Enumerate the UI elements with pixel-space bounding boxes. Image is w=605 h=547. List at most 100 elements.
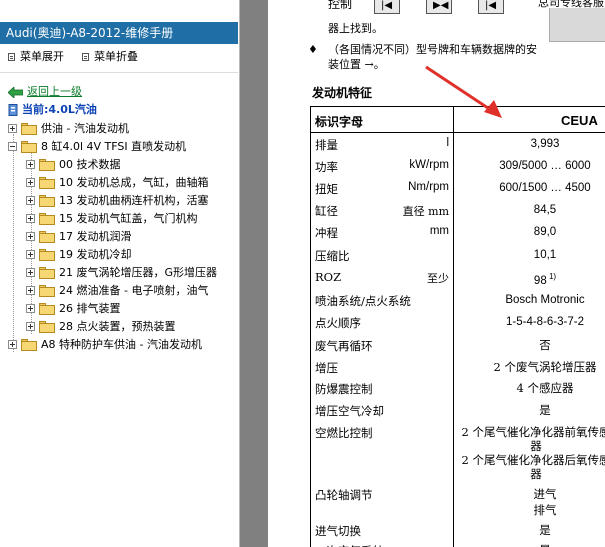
tree-item-label: 13 发动机曲柄连杆机构，活塞 <box>59 194 209 207</box>
spec-name: 空燃比控制 <box>315 426 373 440</box>
tree-item-label: A8 特种防护车供油 - 汽油发动机 <box>41 338 202 351</box>
folder-icon <box>39 159 55 171</box>
spec-name: 扭矩 <box>315 182 338 196</box>
folder-icon <box>39 267 55 279</box>
spec-value: 3,993 <box>530 138 560 150</box>
spec-value: 是 <box>539 523 551 537</box>
expand-toggle-icon[interactable] <box>26 268 35 277</box>
spec-value: 否 <box>539 338 551 352</box>
spec-value: 4 个感应器 <box>516 381 574 395</box>
expand-toggle-icon[interactable] <box>26 214 35 223</box>
spec-value: 309/5000 … 6000 <box>499 160 591 172</box>
spec-unit: l <box>446 137 449 149</box>
spec-value: 98 <box>533 274 547 287</box>
expand-toggle-icon[interactable] <box>8 340 17 349</box>
spec-name: 喷油系统/点火系统 <box>315 294 411 308</box>
spec-value: 排气 <box>533 503 557 517</box>
expand-toggle-icon[interactable] <box>8 124 17 133</box>
spec-value: 89,0 <box>533 226 557 238</box>
folder-open-icon <box>21 141 37 153</box>
spec-name: 缸径 <box>315 204 338 218</box>
spec-unit: 至少 <box>427 272 449 285</box>
expand-toggle-icon[interactable] <box>26 178 35 187</box>
current-location-label: 当前:4.0L汽油 <box>22 103 97 116</box>
expand-toggle-icon[interactable] <box>26 160 35 169</box>
table-header: 标识字母 CEUA <box>311 107 605 133</box>
folder-icon <box>39 303 55 315</box>
spec-value-cell: 98 1) <box>454 270 605 288</box>
spec-name: 进气切换 <box>315 524 361 538</box>
spec-value: 10,1 <box>533 249 557 261</box>
document-gutter <box>240 0 268 547</box>
folder-icon <box>39 285 55 297</box>
tree-toolbar: 菜单展开 菜单折叠 <box>0 48 238 66</box>
folder-icon <box>39 249 55 261</box>
expand-toggle-icon[interactable] <box>26 286 35 295</box>
spec-name: 防爆震控制 <box>315 382 373 396</box>
expand-toggle-icon[interactable] <box>26 232 35 241</box>
folder-icon <box>21 123 37 135</box>
spec-name: 二次空气系统 <box>315 543 384 547</box>
expand-toggle-icon[interactable] <box>26 196 35 205</box>
location-icon <box>8 104 18 116</box>
header-engine-code: CEUA <box>561 113 598 128</box>
spec-value: 是 <box>539 403 551 417</box>
vehicle-photo <box>549 8 605 42</box>
expand-menu-label: 菜单展开 <box>20 50 64 63</box>
toolbar-divider <box>0 72 238 73</box>
spec-value: 是 <box>454 543 605 547</box>
control-label: 控制 <box>328 0 353 11</box>
expand-toggle-icon[interactable] <box>26 250 35 259</box>
document-page[interactable]: 控制 |◀ ▶◀ |◀ 总司专线客服 028-870382 器上找到。 ♦ （各… <box>268 0 605 547</box>
spec-name: 功率 <box>315 160 338 174</box>
footnote-marker: 1) <box>546 272 557 281</box>
spec-name: 压缩比 <box>315 249 350 263</box>
spec-name: 凸轮轴调节 <box>315 488 373 502</box>
collapse-menu-label: 菜单折叠 <box>94 50 138 63</box>
back-link[interactable]: 返回上一级 <box>8 84 82 100</box>
expand-toggle-icon[interactable] <box>26 304 35 313</box>
folder-icon <box>39 177 55 189</box>
expand-icon <box>8 53 15 61</box>
tree-item-label: 00 技术数据 <box>59 158 121 171</box>
spec-value: Bosch Motronic <box>505 294 585 306</box>
spec-name: ROZ <box>315 270 342 284</box>
collapse-menu-button[interactable]: 菜单折叠 <box>82 48 138 66</box>
tree-item-label: 24 燃油准备 - 电子喷射，油气 <box>59 284 209 297</box>
spec-unit: Nm/rpm <box>408 181 449 193</box>
manual-title: Audi(奥迪)-A8-2012-维修手册 <box>0 22 238 44</box>
doc-text-line: 器上找到。 <box>328 22 383 35</box>
folder-icon <box>39 213 55 225</box>
engine-spec-table: 标识字母 CEUA 排量 l 3,993 功率 kW/rpm 309/5000 … 600… <box>310 106 605 547</box>
double-arrow-icon: ▶◀ <box>433 0 449 11</box>
spec-value: 1-5-4-8-6-3-7-2 <box>506 316 584 328</box>
next-page-button[interactable]: |◀ <box>478 0 504 14</box>
current-location: 当前:4.0L汽油 <box>8 102 97 118</box>
document-pane: 控制 |◀ ▶◀ |◀ 总司专线客服 028-870382 器上找到。 ♦ （各… <box>240 0 605 547</box>
spec-value: 600/1500 … 4500 <box>499 182 591 194</box>
folder-icon <box>39 321 55 333</box>
spec-name: 废气再循环 <box>315 339 373 353</box>
tree-item-label: 8 缸4.0l 4V TFSI 直喷发动机 <box>41 140 187 153</box>
prev-next-button[interactable]: ▶◀ <box>426 0 452 14</box>
first-page-icon: |◀ <box>381 0 393 11</box>
folder-icon <box>21 339 37 351</box>
tree-item-label: 10 发动机总成，气缸，曲轴箱 <box>59 176 209 189</box>
spec-unit: kW/rpm <box>409 159 449 171</box>
collapse-toggle-icon[interactable] <box>8 142 17 151</box>
collapse-icon <box>82 53 89 61</box>
section-heading: 发动机特征 <box>312 86 373 100</box>
spec-value: 进气 <box>533 487 557 501</box>
tree-guide <box>13 134 14 352</box>
folder-icon <box>39 195 55 207</box>
expand-menu-button[interactable]: 菜单展开 <box>8 48 64 66</box>
spec-value: 2 个尾气催化净化器前氧传感器 <box>461 425 605 453</box>
doc-text-paragraph: （各国情况不同）型号牌和车辆数据牌的安装位置 →。 <box>328 43 537 71</box>
back-arrow-icon <box>8 86 23 98</box>
tree-item-label: 17 发动机润滑 <box>59 230 132 243</box>
spec-name: 冲程 <box>315 226 338 240</box>
spec-value: 2 个尾气催化净化器后氧传感器 <box>461 453 605 481</box>
expand-toggle-icon[interactable] <box>26 322 35 331</box>
tree-item-label: 19 发动机冷却 <box>59 248 132 261</box>
first-page-button[interactable]: |◀ <box>374 0 400 14</box>
